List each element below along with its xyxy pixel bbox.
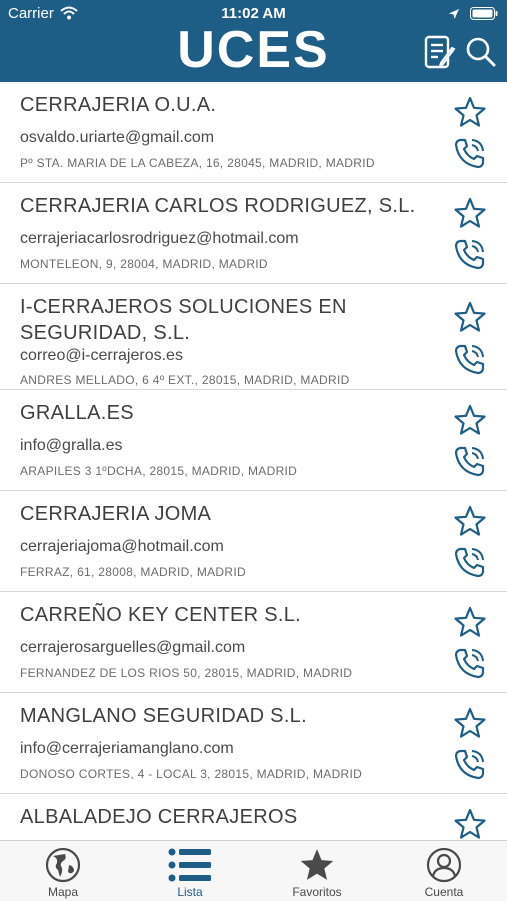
contact-address: ANDRES MELLADO, 6 4º EXT., 28015, MADRID… <box>20 373 350 387</box>
star-icon <box>300 849 334 880</box>
locksmith-list[interactable]: CERRAJERIA O.U.A. osvaldo.uriarte@gmail.… <box>0 82 507 840</box>
contact-email[interactable]: cerrajeriajoma@hotmail.com <box>20 538 224 556</box>
favorite-star-icon[interactable] <box>453 196 487 230</box>
contact-email[interactable]: cerrajerosarguelles@gmail.com <box>20 639 245 657</box>
phone-call-icon[interactable] <box>453 747 487 781</box>
favorite-star-icon[interactable] <box>453 706 487 740</box>
list-item[interactable]: GRALLA.ES info@gralla.es ARAPILES 3 1ºDC… <box>0 390 507 491</box>
favorite-star-icon[interactable] <box>453 95 487 129</box>
search-icon[interactable] <box>465 36 497 73</box>
list-icon <box>168 848 211 882</box>
list-item[interactable]: ALBALADEJO CERRAJEROS <box>0 794 507 840</box>
phone-call-icon[interactable] <box>453 136 487 170</box>
favorite-star-icon[interactable] <box>453 403 487 437</box>
phone-call-icon[interactable] <box>453 545 487 579</box>
tab-mapa[interactable]: Mapa <box>0 841 126 901</box>
favorite-star-icon[interactable] <box>453 300 487 334</box>
contact-email[interactable]: cerrajeriacarlosrodriguez@hotmail.com <box>20 230 299 248</box>
contact-address: ARAPILES 3 1ºDCHA, 28015, MADRID, MADRID <box>20 464 298 478</box>
phone-call-icon[interactable] <box>453 444 487 478</box>
phone-call-icon[interactable] <box>453 646 487 680</box>
contact-name: CERRAJERIA JOMA <box>20 503 212 525</box>
list-item[interactable]: CERRAJERIA JOMA cerrajeriajoma@hotmail.c… <box>0 491 507 592</box>
contact-email[interactable]: correo@i-cerrajeros.es <box>20 347 183 365</box>
contact-name: ALBALADEJO CERRAJEROS <box>20 806 298 828</box>
contact-name: I-CERRAJEROS SOLUCIONES EN SEGURIDAD, S.… <box>20 296 347 344</box>
list-item[interactable]: CERRAJERIA O.U.A. osvaldo.uriarte@gmail.… <box>0 82 507 183</box>
favorite-star-icon[interactable] <box>453 504 487 538</box>
phone-call-icon[interactable] <box>453 342 487 376</box>
tab-lista[interactable]: Lista <box>127 841 253 901</box>
contact-address: FERNANDEZ DE LOS RIOS 50, 28015, MADRID,… <box>20 666 353 680</box>
list-item[interactable]: I-CERRAJEROS SOLUCIONES EN SEGURIDAD, S.… <box>0 284 507 390</box>
contact-address: MONTELEON, 9, 28004, MADRID, MADRID <box>20 257 268 271</box>
tab-label: Mapa <box>47 885 79 899</box>
favorite-star-icon[interactable] <box>453 807 487 840</box>
list-item[interactable]: CARREÑO KEY CENTER S.L. cerrajerosarguel… <box>0 592 507 693</box>
globe-icon <box>45 847 81 883</box>
contact-name: GRALLA.ES <box>20 402 134 424</box>
list-item[interactable]: CERRAJERIA CARLOS RODRIGUEZ, S.L. cerraj… <box>0 183 507 284</box>
list-item[interactable]: MANGLANO SEGURIDAD S.L. info@cerrajeriam… <box>0 693 507 794</box>
contact-email[interactable]: info@cerrajeriamanglano.com <box>20 740 234 758</box>
tab-bar: Mapa Lista Favoritos Cuenta <box>0 840 507 901</box>
tab-cuenta[interactable]: Cuenta <box>381 841 507 901</box>
tab-label: Cuenta <box>424 885 464 899</box>
contact-name: MANGLANO SEGURIDAD S.L. <box>20 705 307 727</box>
contact-email[interactable]: info@gralla.es <box>20 437 123 455</box>
app-header: Carrier 11:02 AM UCES <box>0 0 507 82</box>
tab-label: Favoritos <box>292 885 342 899</box>
contact-address: DONOSO CORTES, 4 - LOCAL 3, 28015, MADRI… <box>20 767 363 781</box>
favorite-star-icon[interactable] <box>453 605 487 639</box>
contact-address: Pº STA. MARIA DE LA CABEZA, 16, 28045, M… <box>20 156 375 170</box>
clock: 11:02 AM <box>221 5 286 22</box>
contact-address: FERRAZ, 61, 28008, MADRID, MADRID <box>20 565 246 579</box>
contact-email[interactable]: osvaldo.uriarte@gmail.com <box>20 129 214 147</box>
phone-call-icon[interactable] <box>453 237 487 271</box>
contact-name: CARREÑO KEY CENTER S.L. <box>20 604 302 626</box>
notes-edit-icon[interactable] <box>424 35 458 76</box>
contact-name: CERRAJERIA CARLOS RODRIGUEZ, S.L. <box>20 195 416 217</box>
tab-label: Lista <box>177 885 203 899</box>
account-icon <box>426 847 462 883</box>
contact-name: CERRAJERIA O.U.A. <box>20 94 217 116</box>
tab-favoritos[interactable]: Favoritos <box>254 841 380 901</box>
